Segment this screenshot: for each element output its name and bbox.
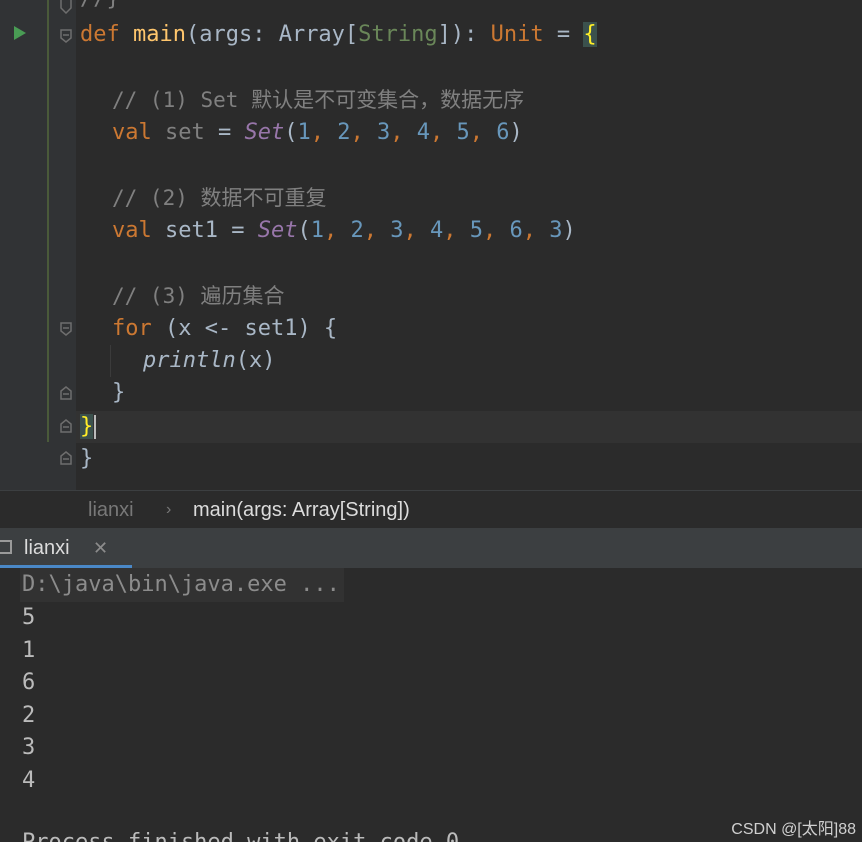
close-icon[interactable]: ✕	[93, 528, 108, 568]
paren-open: (	[297, 218, 311, 243]
console-output-line: 2	[22, 703, 36, 728]
process-finished-text: Process finished with exit code 0	[22, 830, 459, 842]
vcs-change-marker	[47, 0, 49, 442]
code-line-fragment: //}	[80, 0, 120, 15]
number: 5	[456, 120, 470, 145]
set-call: Set	[244, 120, 285, 145]
breadcrumb-method[interactable]: main(args: Array[String])	[193, 491, 410, 529]
number: 2	[337, 120, 351, 145]
equals: =	[204, 120, 245, 145]
fold-open-icon[interactable]	[59, 322, 73, 336]
number: 1	[310, 218, 324, 243]
code-comment: // (3) 遍历集合	[112, 284, 285, 308]
number: 6	[509, 218, 523, 243]
console-output-line: 1	[22, 638, 36, 663]
fold-close-icon[interactable]	[59, 386, 73, 400]
keyword: val	[112, 218, 152, 243]
console-command[interactable]: D:\java\bin\java.exe ...	[20, 568, 344, 602]
fold-marker-icon[interactable]	[59, 0, 73, 14]
fold-close-icon[interactable]	[59, 451, 73, 465]
number: 1	[297, 120, 311, 145]
number: 6	[496, 120, 510, 145]
console-output-line: 3	[22, 735, 36, 760]
unused-variable: set	[151, 120, 205, 145]
number: 4	[416, 120, 430, 145]
code-line-for: for (x <- set1) {	[112, 313, 337, 345]
indent-guide	[110, 345, 111, 377]
type-name: String	[358, 22, 438, 47]
run-tab-bar: lianxi ✕	[0, 528, 862, 568]
code-line-set: val set = Set(1, 2, 3, 4, 5, 6)	[112, 120, 523, 145]
console-icon	[0, 540, 12, 554]
return-type: Unit	[490, 22, 544, 47]
keyword: val	[112, 120, 152, 145]
console-output-line: 5	[22, 605, 36, 630]
code-line-println: println(x)	[143, 345, 275, 377]
matched-brace: {	[583, 22, 597, 47]
code-editor[interactable]: //} def main(args: Array[String]): Unit …	[0, 0, 862, 490]
code-line-close-main: }	[80, 411, 97, 443]
fold-open-icon[interactable]	[59, 29, 73, 43]
breadcrumb: lianxi › main(args: Array[String])	[0, 490, 862, 529]
params: (args: Array[	[185, 22, 359, 47]
console-output-line: 4	[22, 768, 36, 793]
watermark: CSDN @[太阳]88	[731, 821, 856, 838]
text-caret	[94, 415, 97, 439]
keyword: def	[80, 22, 120, 47]
number: 5	[469, 218, 483, 243]
number: 4	[429, 218, 444, 243]
code-line-close-object: }	[80, 446, 94, 471]
paren-open: (	[284, 120, 298, 145]
run-gutter-icon[interactable]	[14, 26, 26, 40]
editor-gutter	[0, 0, 76, 490]
code-comment: // (2) 数据不可重复	[112, 186, 327, 210]
paren-close: )	[562, 218, 576, 243]
run-console[interactable]: D:\java\bin\java.exe ... 5 1 6 2 3 4 Pro…	[0, 568, 862, 842]
matched-brace: }	[80, 414, 94, 439]
for-header: (x <- set1) {	[151, 316, 338, 341]
function-name: main	[133, 22, 186, 47]
keyword: for	[112, 316, 152, 341]
println-args: (x)	[235, 348, 276, 373]
equals: =	[543, 22, 584, 47]
set-call: Set	[257, 218, 298, 243]
code-line-close-for: }	[112, 380, 126, 405]
number: 3	[376, 120, 391, 145]
breadcrumb-separator-icon: ›	[166, 501, 172, 518]
current-line-highlight	[76, 411, 862, 443]
code-line-def: def main(args: Array[String]): Unit = {	[80, 19, 597, 51]
code-line-set1: val set1 = Set(1, 2, 3, 4, 5, 6, 3)	[112, 218, 576, 243]
variable: set1 =	[151, 218, 258, 243]
code-comment: // (1) Set 默认是不可变集合，数据无序	[112, 88, 525, 112]
number: 2	[350, 218, 364, 243]
println-call: println	[143, 348, 236, 373]
number: 3	[390, 218, 404, 243]
breadcrumb-object[interactable]: lianxi	[88, 491, 134, 529]
console-output-line: 6	[22, 670, 36, 695]
params-close: ]):	[437, 22, 491, 47]
paren-close: )	[509, 120, 523, 145]
tab-run-lianxi[interactable]: lianxi	[24, 528, 70, 568]
number: 3	[549, 218, 563, 243]
fold-close-icon[interactable]	[59, 419, 73, 433]
